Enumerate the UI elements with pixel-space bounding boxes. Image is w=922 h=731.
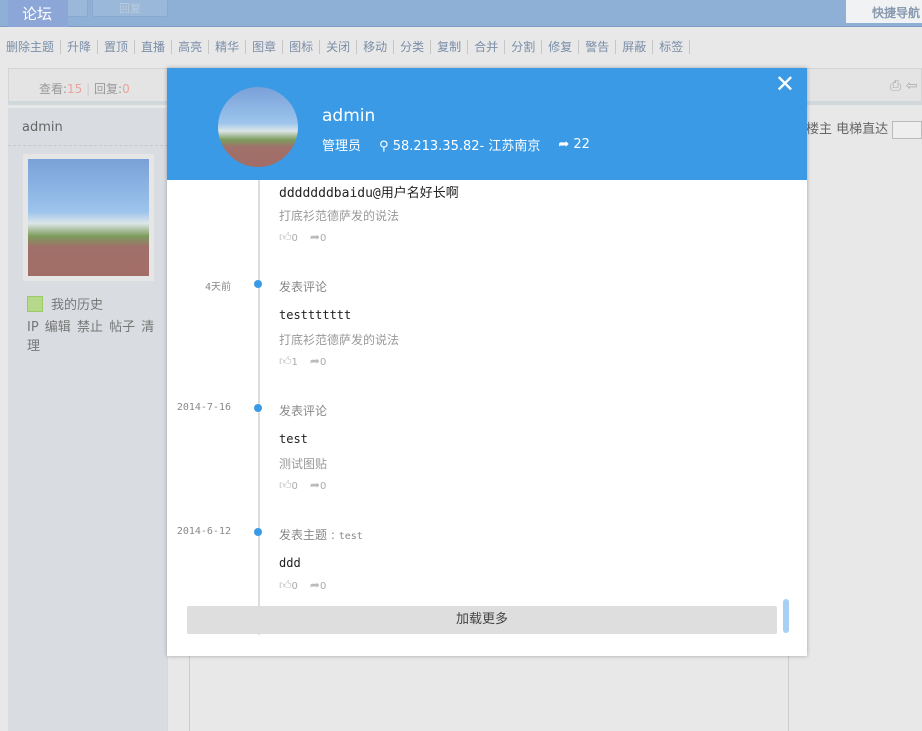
toolbar-item[interactable]: 置顶 bbox=[98, 40, 136, 54]
timeline-dot bbox=[254, 404, 262, 412]
shares-count: 22 bbox=[573, 137, 590, 152]
author-panel: admin 我的历史 IP 编辑 禁止 帖子 清理 bbox=[8, 108, 168, 731]
entry-date: 4天前 bbox=[204, 282, 231, 293]
moderation-toolbar: 删除主题 升降 置顶 直播 高亮 精华 图章 图标 关闭 移动 分类 复制 合并… bbox=[6, 40, 691, 54]
shares: ➦ 22 bbox=[558, 137, 590, 152]
forum-logo[interactable]: 论坛 bbox=[8, 0, 68, 27]
toolbar-item[interactable]: 复制 bbox=[431, 40, 469, 54]
user-profile-modal: ✕ admin 管理员 ⚲ 58.213.35.82- 江苏南京 ➦ 22 dd… bbox=[167, 68, 807, 656]
toolbar-item[interactable]: 升降 bbox=[61, 40, 99, 54]
author-name[interactable]: admin bbox=[22, 120, 63, 135]
profile-name: admin bbox=[322, 106, 376, 126]
user-icon bbox=[27, 295, 43, 312]
share-button[interactable]: ➦0 bbox=[310, 478, 326, 493]
share-icon: ➦ bbox=[309, 478, 320, 492]
entry-stats: 👍︎0 ➦0 bbox=[279, 478, 326, 493]
entry-stats: 👍︎0 ➦0 bbox=[279, 578, 326, 593]
quick-nav[interactable]: 快捷导航 bbox=[846, 0, 922, 23]
profile-header: ✕ admin 管理员 ⚲ 58.213.35.82- 江苏南京 ➦ 22 bbox=[167, 68, 807, 180]
entry-desc: 测试图贴 bbox=[279, 457, 328, 471]
location: ⚲ 58.213.35.82- 江苏南京 bbox=[379, 135, 540, 154]
toolbar-item[interactable]: 警告 bbox=[579, 40, 617, 54]
entry-date: 2014-7-16 bbox=[176, 402, 231, 413]
location-text: 58.213.35.82- 江苏南京 bbox=[392, 139, 541, 154]
floor-jump: 楼主 电梯直达 bbox=[806, 118, 922, 139]
share-button[interactable]: ➦0 bbox=[310, 578, 326, 593]
toolbar-item[interactable]: 标签 bbox=[653, 40, 691, 54]
toolbar-item[interactable]: 精华 bbox=[209, 40, 247, 54]
thumbs-up-icon: 👍︎ bbox=[279, 478, 292, 492]
like-button[interactable]: 👍︎1 bbox=[279, 354, 298, 369]
author-avatar[interactable] bbox=[23, 154, 154, 281]
share-icon: ➦ bbox=[309, 354, 320, 368]
history-label: 我的历史 bbox=[51, 298, 104, 313]
entry-title[interactable]: dddddddbaidu@用户名好长啊 bbox=[279, 182, 459, 201]
toolbar-item[interactable]: 分类 bbox=[394, 40, 432, 54]
timeline-dot bbox=[254, 528, 262, 536]
admin-actions[interactable]: IP 编辑 禁止 帖子 清理 bbox=[27, 316, 167, 354]
entry-desc: 打底衫范德萨发的说法 bbox=[279, 209, 400, 223]
close-icon[interactable]: ✕ bbox=[775, 70, 795, 98]
share-button[interactable]: ➦0 bbox=[310, 354, 326, 369]
profile-role: 管理员 bbox=[322, 139, 362, 154]
toolbar-item[interactable]: 高亮 bbox=[172, 40, 210, 54]
replies-label: 回复: bbox=[94, 82, 123, 96]
post-content bbox=[189, 655, 789, 731]
entry-title[interactable]: ddd bbox=[279, 556, 301, 570]
share-icon: ➦ bbox=[309, 230, 320, 244]
entry-title[interactable]: test bbox=[279, 432, 308, 446]
entry-stats: 👍︎1 ➦0 bbox=[279, 354, 326, 369]
entry-stats: 👍︎0 ➦0 bbox=[279, 230, 326, 245]
entry-action: 发表主题 : test bbox=[279, 528, 363, 542]
toolbar-item[interactable]: 屏蔽 bbox=[616, 40, 654, 54]
toolbar-item[interactable]: 移动 bbox=[357, 40, 395, 54]
topic-link[interactable]: test bbox=[339, 531, 363, 542]
thread-stats: 查看:15 | 回复:0 bbox=[39, 82, 130, 96]
print-icon[interactable]: ⎙ ⇦ bbox=[890, 78, 917, 94]
divider bbox=[8, 145, 168, 146]
top-bar: 回复 论坛 快捷导航 bbox=[0, 0, 922, 27]
share-icon: ➦ bbox=[558, 137, 570, 152]
entry-action: 发表评论 bbox=[279, 404, 328, 418]
toolbar-item[interactable]: 分割 bbox=[505, 40, 543, 54]
views-label: 查看: bbox=[39, 82, 68, 96]
entry-action: 发表评论 bbox=[279, 280, 328, 294]
thumbs-up-icon: 👍︎ bbox=[279, 354, 292, 368]
profile-meta: 管理员 ⚲ 58.213.35.82- 江苏南京 ➦ 22 bbox=[322, 135, 590, 154]
toolbar-item[interactable]: 图标 bbox=[283, 40, 321, 54]
share-button[interactable]: ➦0 bbox=[310, 230, 326, 245]
floor-jump-label: 楼主 电梯直达 bbox=[806, 122, 889, 137]
profile-avatar bbox=[218, 87, 298, 167]
timeline-dot bbox=[254, 280, 262, 288]
replies-count: 0 bbox=[122, 82, 130, 96]
toolbar-item[interactable]: 修复 bbox=[542, 40, 580, 54]
views-count: 15 bbox=[67, 82, 83, 96]
toolbar-item[interactable]: 删除主题 bbox=[6, 40, 62, 54]
like-button[interactable]: 👍︎0 bbox=[279, 578, 298, 593]
history-link[interactable]: 我的历史 bbox=[27, 294, 103, 313]
location-pin-icon: ⚲ bbox=[379, 139, 389, 154]
scrollbar[interactable] bbox=[783, 599, 789, 633]
floor-input[interactable] bbox=[892, 120, 922, 139]
entry-date: 2014-6-12 bbox=[176, 526, 231, 537]
like-button[interactable]: 👍︎0 bbox=[279, 478, 298, 493]
toolbar-item[interactable]: 图章 bbox=[246, 40, 284, 54]
share-icon: ➦ bbox=[309, 578, 320, 592]
toolbar-item[interactable]: 关闭 bbox=[320, 40, 358, 54]
entry-title[interactable]: testtttttt bbox=[279, 308, 351, 322]
like-button[interactable]: 👍︎0 bbox=[279, 230, 298, 245]
toolbar-item[interactable]: 直播 bbox=[135, 40, 173, 54]
reply-top-button[interactable]: 回复 bbox=[92, 0, 168, 17]
thumbs-up-icon: 👍︎ bbox=[279, 578, 292, 592]
thumbs-up-icon: 👍︎ bbox=[279, 230, 292, 244]
toolbar-item[interactable]: 合并 bbox=[468, 40, 506, 54]
load-more-button[interactable]: 加载更多 bbox=[187, 606, 777, 634]
entry-desc: 打底衫范德萨发的说法 bbox=[279, 333, 400, 347]
